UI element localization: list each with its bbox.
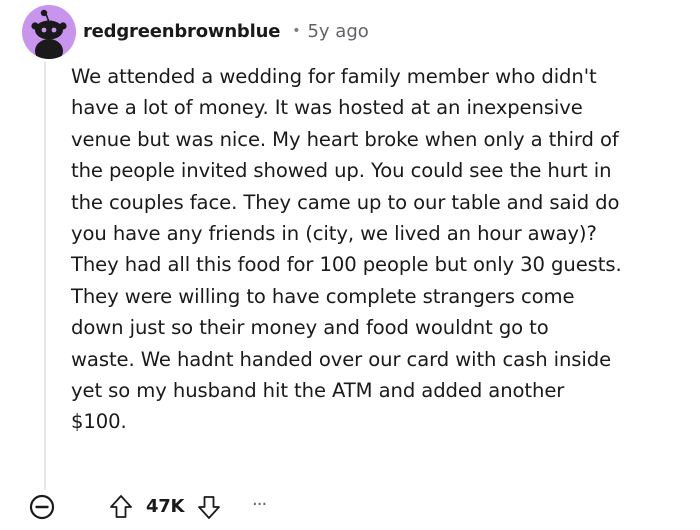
downvote-button[interactable] (196, 493, 222, 521)
comment: redgreenbrownblue • 5y ago We attended a… (0, 0, 700, 530)
comment-body: We attended a wedding for family member … (71, 65, 622, 434)
upvote-arrow-icon (110, 495, 132, 518)
upvote-button[interactable] (108, 493, 134, 521)
meta-separator: • (292, 23, 301, 39)
comment-header: redgreenbrownblue • 5y ago (83, 16, 369, 46)
comment-age[interactable]: 5y ago (307, 21, 368, 42)
user-avatar[interactable] (22, 5, 76, 59)
downvote-arrow-icon (198, 496, 220, 519)
collapse-minus-icon (29, 494, 55, 520)
more-options-button[interactable]: ··· (252, 496, 278, 518)
comment-actions: 47K ··· (28, 490, 328, 522)
collapse-button[interactable] (28, 493, 56, 521)
username-link[interactable]: redgreenbrownblue (83, 21, 280, 42)
vote-score: 47K (146, 496, 185, 517)
snoo-avatar-icon (31, 9, 67, 59)
thread-line[interactable] (44, 62, 46, 490)
